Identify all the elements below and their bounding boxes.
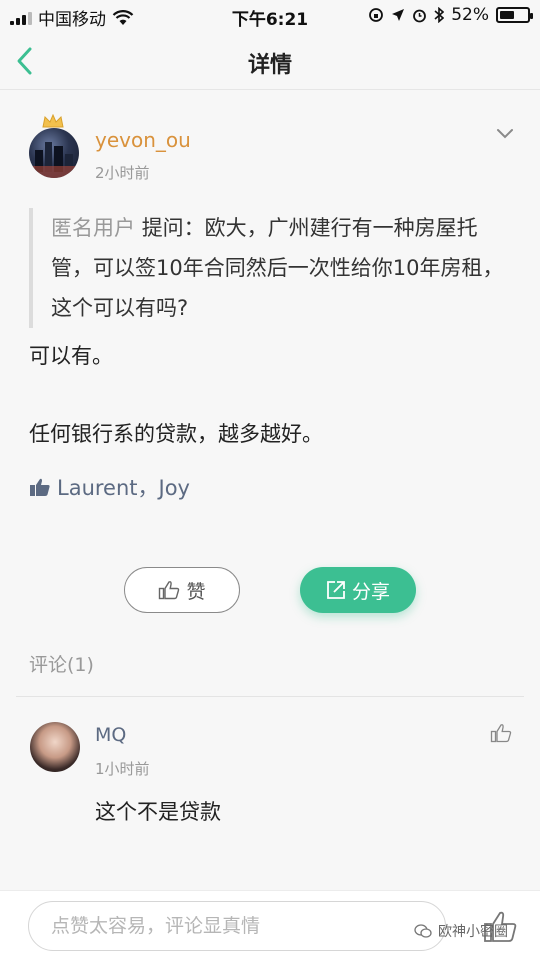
comments-heading: 评论(1) <box>29 654 94 676</box>
alarm-icon <box>413 9 427 22</box>
reply-text-line2: 任何银行系的贷款，越多越好。 <box>29 422 323 446</box>
chevron-down-icon[interactable] <box>496 124 514 142</box>
thumbs-up-icon <box>30 478 50 496</box>
share-button-label: 分享 <box>351 580 390 603</box>
share-button[interactable]: 分享 <box>300 567 416 613</box>
status-right: 52% <box>368 5 533 25</box>
thumbs-up-outline-icon <box>159 581 180 600</box>
battery-icon <box>496 7 533 23</box>
crown-icon <box>42 114 64 128</box>
watermark-text: 欧神小密圈 <box>438 924 508 940</box>
comment-input[interactable] <box>28 901 446 951</box>
divider <box>16 696 524 697</box>
anonymous-user-label: 匿名用户 <box>51 216 135 240</box>
post-time: 2小时前 <box>95 164 150 182</box>
comment-time: 1小时前 <box>95 760 150 778</box>
commenter-avatar[interactable] <box>30 722 80 772</box>
page-title: 详情 <box>247 53 292 78</box>
comment-like-icon[interactable] <box>490 722 512 744</box>
like-button-label: 赞 <box>186 580 206 603</box>
author-avatar[interactable] <box>29 128 79 178</box>
avatar-image <box>29 142 79 178</box>
commenter-name[interactable]: MQ <box>95 724 126 746</box>
likes-row: Laurent，Joy <box>29 472 190 502</box>
rotation-lock-icon <box>369 8 384 22</box>
wechat-icon <box>414 924 432 938</box>
battery-level <box>500 11 514 19</box>
bottom-bar: 欧神小密圈 <box>0 890 540 960</box>
likes-names[interactable]: Laurent，Joy <box>57 472 190 502</box>
question-quote: 匿名用户 提问：欧大，广州建行有一种房屋托管，可以签10年合同然后一次性给你10… <box>29 208 509 328</box>
comment-text: 这个不是贷款 <box>95 800 221 824</box>
nav-bar: 详情 <box>0 32 540 90</box>
status-bar: 中国移动 下午6:21 52% <box>0 0 540 32</box>
share-icon <box>327 581 345 599</box>
reply-text-line1: 可以有。 <box>29 344 113 368</box>
like-button[interactable]: 赞 <box>124 567 240 613</box>
battery-percent: 52% <box>451 5 489 25</box>
post-card: yevon_ou 2小时前 匿名用户 提问：欧大，广州建行有一种房屋托管，可以签… <box>0 90 540 890</box>
watermark: 欧神小密圈 <box>414 921 508 941</box>
author-name[interactable]: yevon_ou <box>95 128 191 152</box>
bluetooth-icon <box>434 7 445 23</box>
location-icon <box>392 9 405 21</box>
